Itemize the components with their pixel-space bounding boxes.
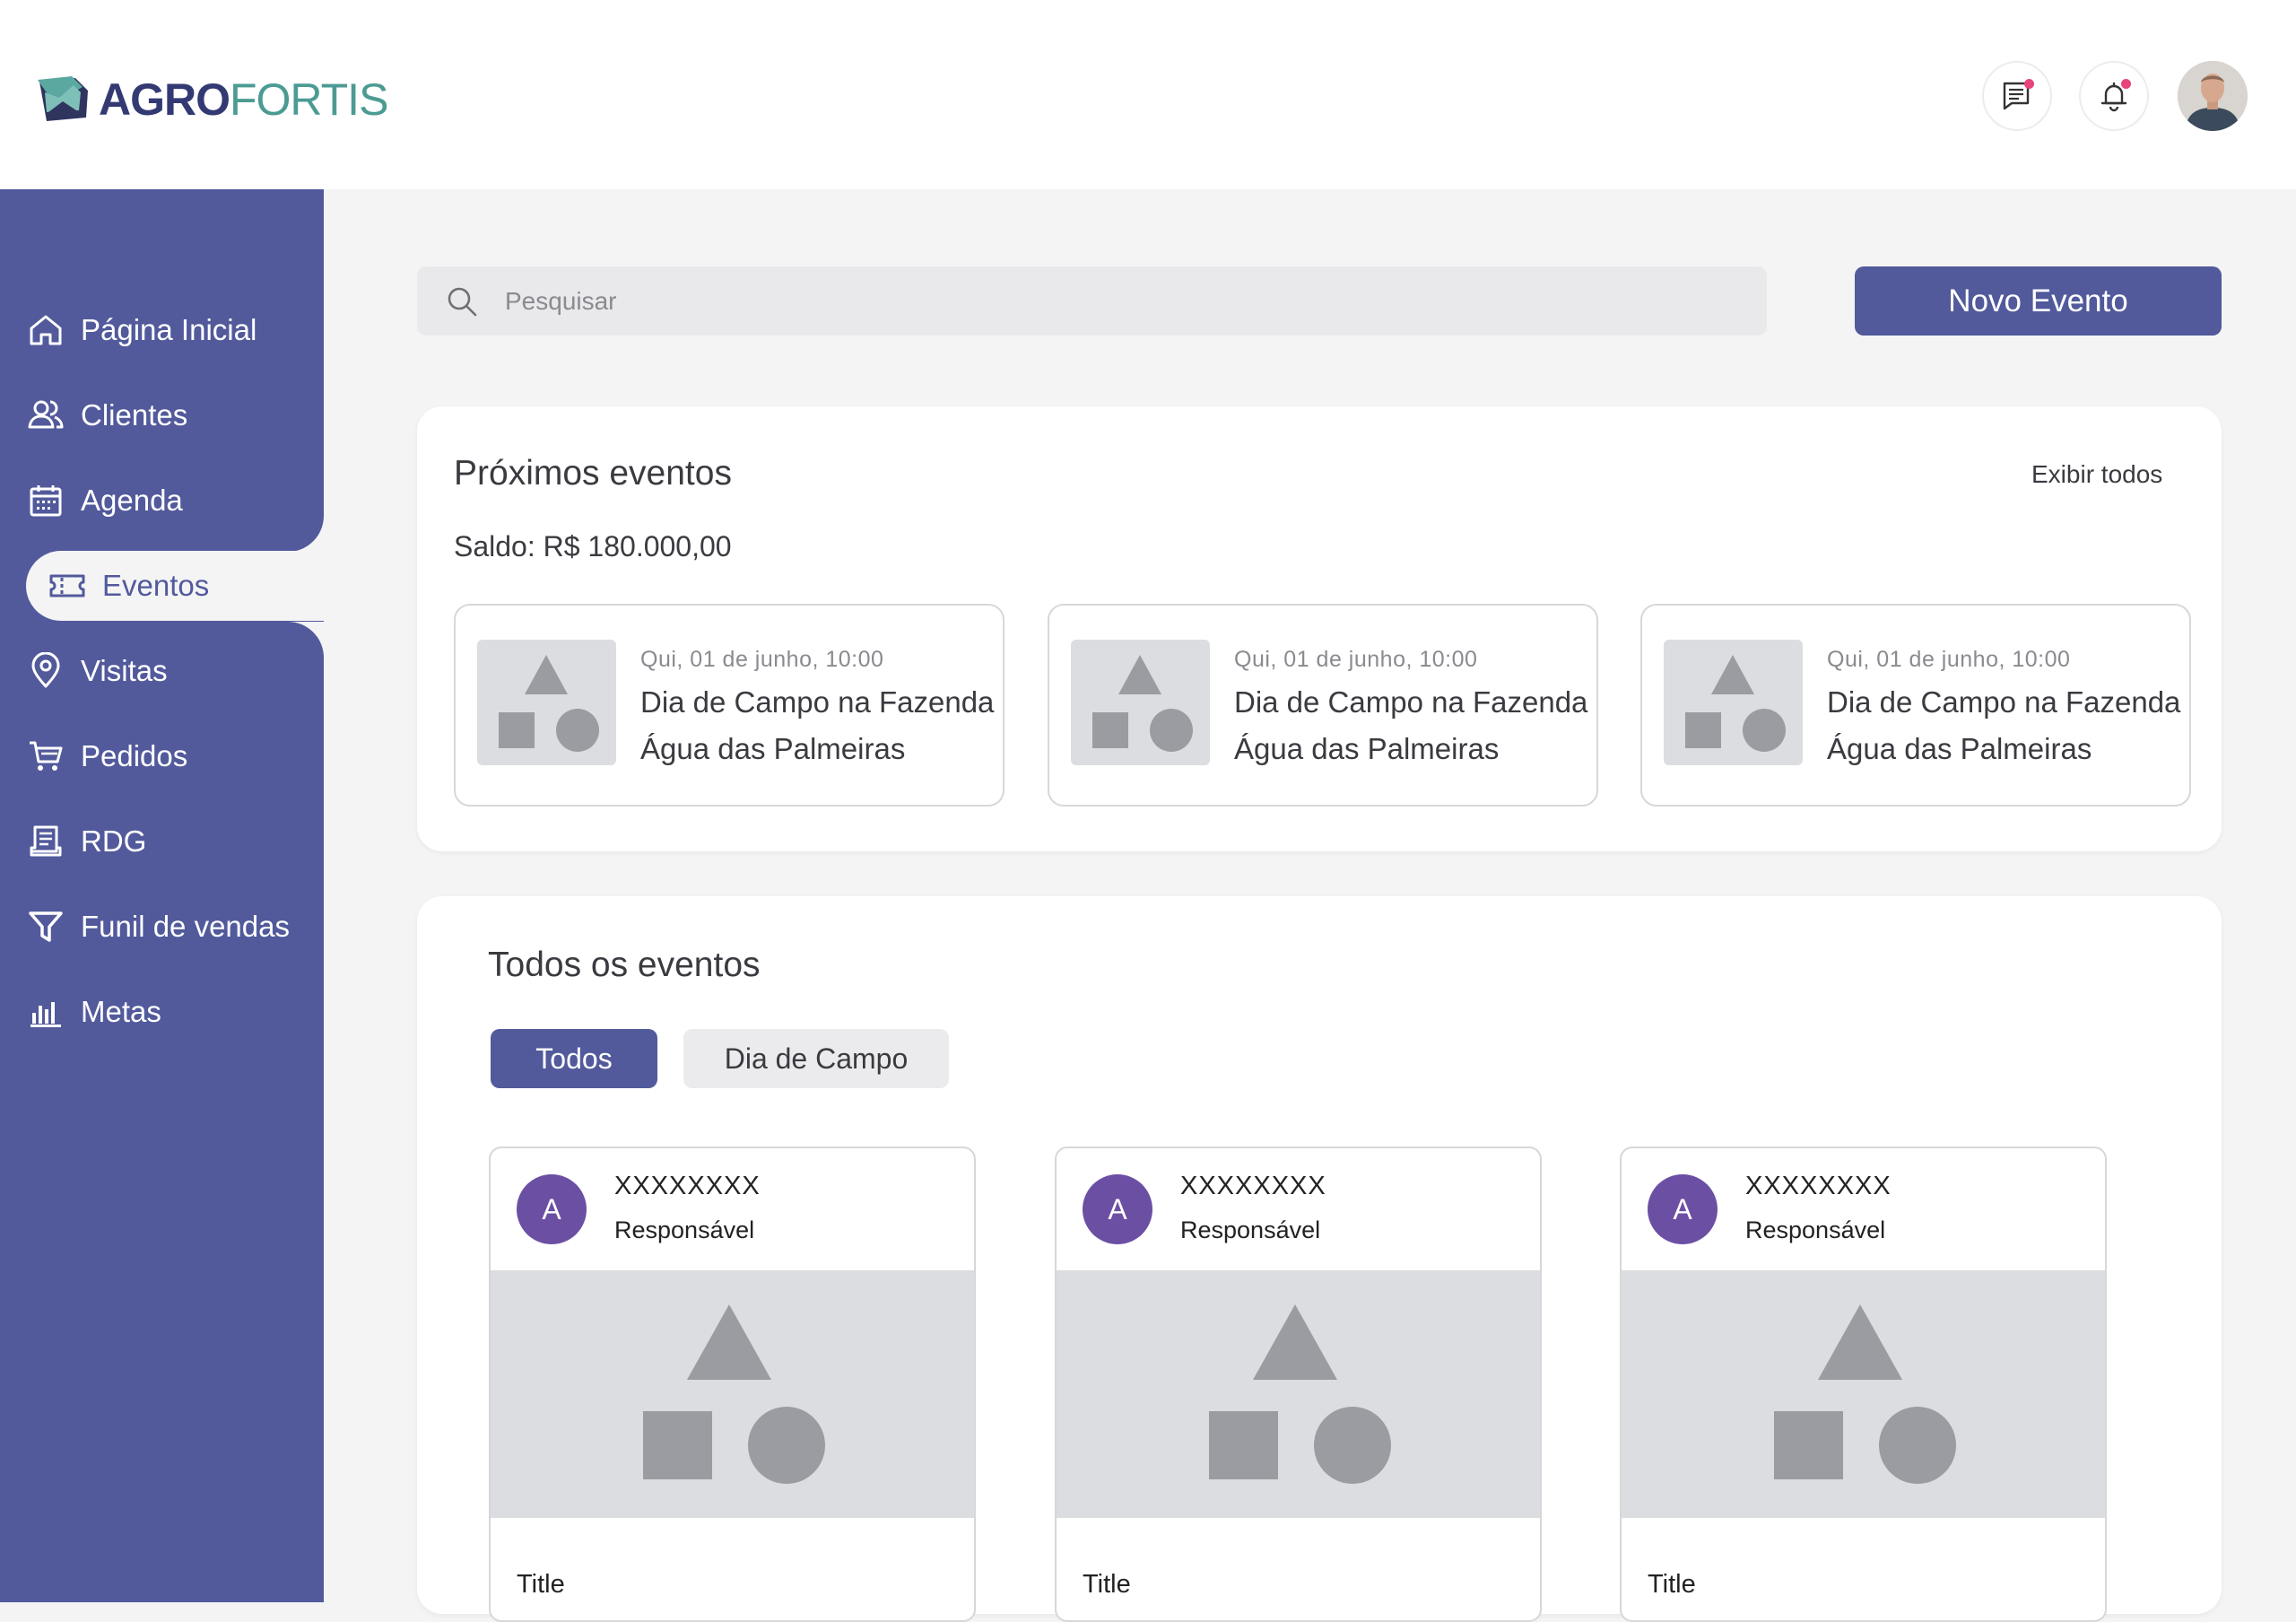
responsible-name: XXXXXXXX xyxy=(1745,1172,1892,1200)
notification-badge xyxy=(2121,79,2131,89)
sidebar-item-label: Agenda xyxy=(81,484,183,517)
user-avatar[interactable] xyxy=(2178,61,2248,131)
responsible-avatar: A xyxy=(1648,1174,1718,1244)
funnel-icon xyxy=(29,911,63,942)
event-date: Qui, 01 de junho, 10:00 xyxy=(1827,647,2071,672)
image-placeholder xyxy=(1071,640,1210,765)
event-card[interactable]: A XXXXXXXX Responsável Title xyxy=(1620,1147,2107,1622)
responsible-avatar: A xyxy=(517,1174,587,1244)
responsible-avatar: A xyxy=(1083,1174,1152,1244)
sidebar-item-metas[interactable]: Metas xyxy=(27,977,332,1047)
sidebar-item-label: Clientes xyxy=(81,398,188,432)
cart-icon xyxy=(30,741,63,771)
event-image-placeholder xyxy=(491,1270,974,1518)
event-image-placeholder xyxy=(1057,1270,1540,1518)
all-events-panel: Todos os eventos Todos Dia de Campo A XX… xyxy=(417,896,2222,1622)
image-placeholder-icon xyxy=(1774,1304,1956,1484)
calendar-icon xyxy=(30,485,62,517)
upcoming-events-title: Próximos eventos xyxy=(454,454,732,493)
event-date: Qui, 01 de junho, 10:00 xyxy=(640,647,884,672)
upcoming-event-card[interactable]: Qui, 01 de junho, 10:00 Dia de Campo na … xyxy=(1640,604,2191,807)
sidebar-item-label: RDG xyxy=(81,824,147,858)
image-placeholder-icon xyxy=(1209,1304,1391,1484)
upcoming-events-panel: Próximos eventos Exibir todos Saldo: R$ … xyxy=(417,406,2222,851)
sidebar-item-funil-de-vendas[interactable]: Funil de vendas xyxy=(27,892,332,962)
event-card-title: Title xyxy=(517,1570,565,1599)
messages-button[interactable] xyxy=(1982,61,2052,131)
bar-chart-icon xyxy=(30,1002,61,1027)
responsible-name: XXXXXXXX xyxy=(1180,1172,1326,1200)
upcoming-event-card[interactable]: Qui, 01 de junho, 10:00 Dia de Campo na … xyxy=(454,604,1004,807)
image-placeholder xyxy=(477,640,616,765)
new-event-button[interactable]: Novo Evento xyxy=(1855,266,2222,336)
event-name: Dia de Campo na Fazenda Água das Palmeir… xyxy=(1827,685,2181,765)
search-input[interactable]: Pesquisar xyxy=(417,266,1767,336)
search-icon xyxy=(448,287,477,316)
tab-todos[interactable]: Todos xyxy=(491,1029,657,1088)
responsible-name: XXXXXXXX xyxy=(614,1172,761,1200)
notifications-button[interactable] xyxy=(2079,61,2149,131)
unread-badge xyxy=(2024,79,2034,89)
event-name: Dia de Campo na Fazenda Água das Palmeir… xyxy=(1234,685,1588,765)
sidebar-item-pedidos[interactable]: Pedidos xyxy=(27,721,332,791)
logo-mark-icon xyxy=(38,76,88,121)
responsible-role: Responsável xyxy=(1180,1216,1321,1243)
home-icon xyxy=(30,315,62,345)
event-image-placeholder xyxy=(1622,1270,2105,1518)
sidebar-item-label: Eventos xyxy=(102,569,210,602)
sidebar-item-visitas[interactable]: Visitas xyxy=(27,636,332,706)
users-icon xyxy=(28,400,64,429)
brand-logo[interactable]: AGRO FORTIS xyxy=(36,68,388,131)
image-placeholder-icon xyxy=(643,1304,825,1484)
image-placeholder-icon xyxy=(1092,655,1193,752)
event-card-title: Title xyxy=(1083,1570,1131,1599)
sidebar-item-label: Metas xyxy=(81,995,161,1028)
event-date: Qui, 01 de junho, 10:00 xyxy=(1234,647,1478,672)
image-placeholder xyxy=(1664,640,1803,765)
ticket-icon xyxy=(49,574,85,597)
user-photo xyxy=(2178,61,2248,131)
sidebar-item-eventos[interactable]: Eventos xyxy=(26,551,324,621)
responsible-role: Responsável xyxy=(1745,1216,1886,1243)
event-card[interactable]: A XXXXXXXX Responsável Title xyxy=(1055,1147,1542,1622)
sidebar-item-label: Pedidos xyxy=(81,739,188,772)
view-all-link[interactable]: Exibir todos xyxy=(2031,460,2162,489)
sidebar-item-agenda[interactable]: Agenda xyxy=(27,466,332,536)
all-events-title: Todos os eventos xyxy=(488,946,761,984)
tab-dia-de-campo[interactable]: Dia de Campo xyxy=(683,1029,949,1088)
top-header: AGRO FORTIS xyxy=(0,0,2296,189)
sidebar-item-label: Funil de vendas xyxy=(81,910,290,943)
brand-name-agro: AGRO xyxy=(99,74,230,125)
responsible-role: Responsável xyxy=(614,1216,755,1243)
upcoming-event-card[interactable]: Qui, 01 de junho, 10:00 Dia de Campo na … xyxy=(1048,604,1598,807)
sidebar-item-label: Página Inicial xyxy=(81,313,257,346)
image-placeholder-icon xyxy=(499,655,599,752)
event-card-title: Title xyxy=(1648,1570,1696,1599)
sidebar-item-clientes[interactable]: Clientes xyxy=(27,380,332,450)
brand-name-fortis: FORTIS xyxy=(230,74,388,125)
sidebar-item-label: Visitas xyxy=(81,654,168,687)
image-placeholder-icon xyxy=(1685,655,1786,752)
search-placeholder: Pesquisar xyxy=(505,286,617,315)
sidebar-item-pagina-inicial[interactable]: Página Inicial xyxy=(27,295,332,365)
location-pin-icon xyxy=(31,652,60,688)
event-card[interactable]: A XXXXXXXX Responsável Title xyxy=(489,1147,976,1622)
receipt-icon xyxy=(30,825,62,857)
balance-text: Saldo: R$ 180.000,00 xyxy=(454,530,732,562)
sidebar-item-rdg[interactable]: RDG xyxy=(27,807,332,876)
event-name: Dia de Campo na Fazenda Água das Palmeir… xyxy=(640,685,995,765)
